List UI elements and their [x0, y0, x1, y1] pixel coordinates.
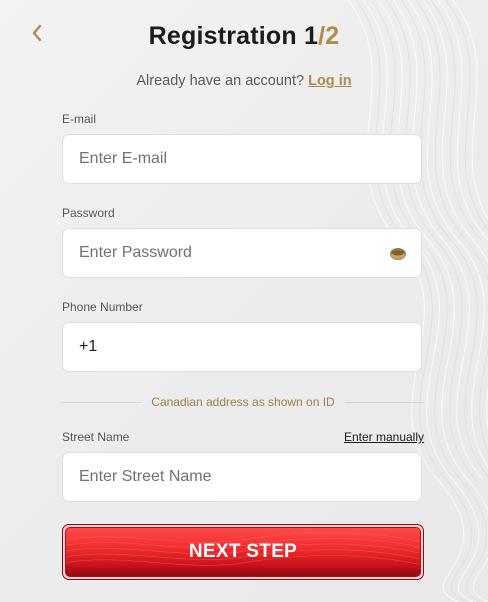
next-step-button-face: NEXT STEP: [65, 527, 421, 577]
street-label: Street Name: [62, 430, 130, 444]
street-field-container: [62, 452, 422, 502]
title-step-total: 2: [325, 22, 340, 50]
password-label: Password: [62, 206, 115, 220]
login-prompt-text: Already have an account?: [136, 73, 309, 89]
password-input[interactable]: [63, 229, 421, 277]
eye-icon[interactable]: [389, 246, 407, 262]
title-main: Registration 1: [148, 22, 319, 50]
enter-manually-link[interactable]: Enter manually: [344, 430, 424, 444]
email-label: E-mail: [62, 112, 97, 126]
divider-line-left: [62, 401, 142, 403]
email-field-container: [62, 134, 422, 184]
street-input[interactable]: [63, 453, 421, 501]
address-divider: Canadian address as shown on ID: [62, 394, 425, 410]
next-step-label: NEXT STEP: [188, 541, 298, 562]
background-wave-pattern: [347, 0, 488, 602]
email-input[interactable]: [63, 135, 421, 183]
login-prompt: Already have an account? Log in: [0, 73, 488, 89]
page-title: Registration 1/2: [0, 22, 488, 51]
password-field-container: [62, 228, 422, 278]
phone-field-container: [62, 322, 422, 372]
phone-input[interactable]: [63, 323, 421, 371]
divider-line-right: [344, 401, 425, 403]
login-link[interactable]: Log in: [308, 73, 352, 89]
next-step-button[interactable]: NEXT STEP: [62, 524, 424, 580]
phone-label: Phone Number: [62, 300, 143, 314]
address-divider-text: Canadian address as shown on ID: [151, 395, 335, 409]
